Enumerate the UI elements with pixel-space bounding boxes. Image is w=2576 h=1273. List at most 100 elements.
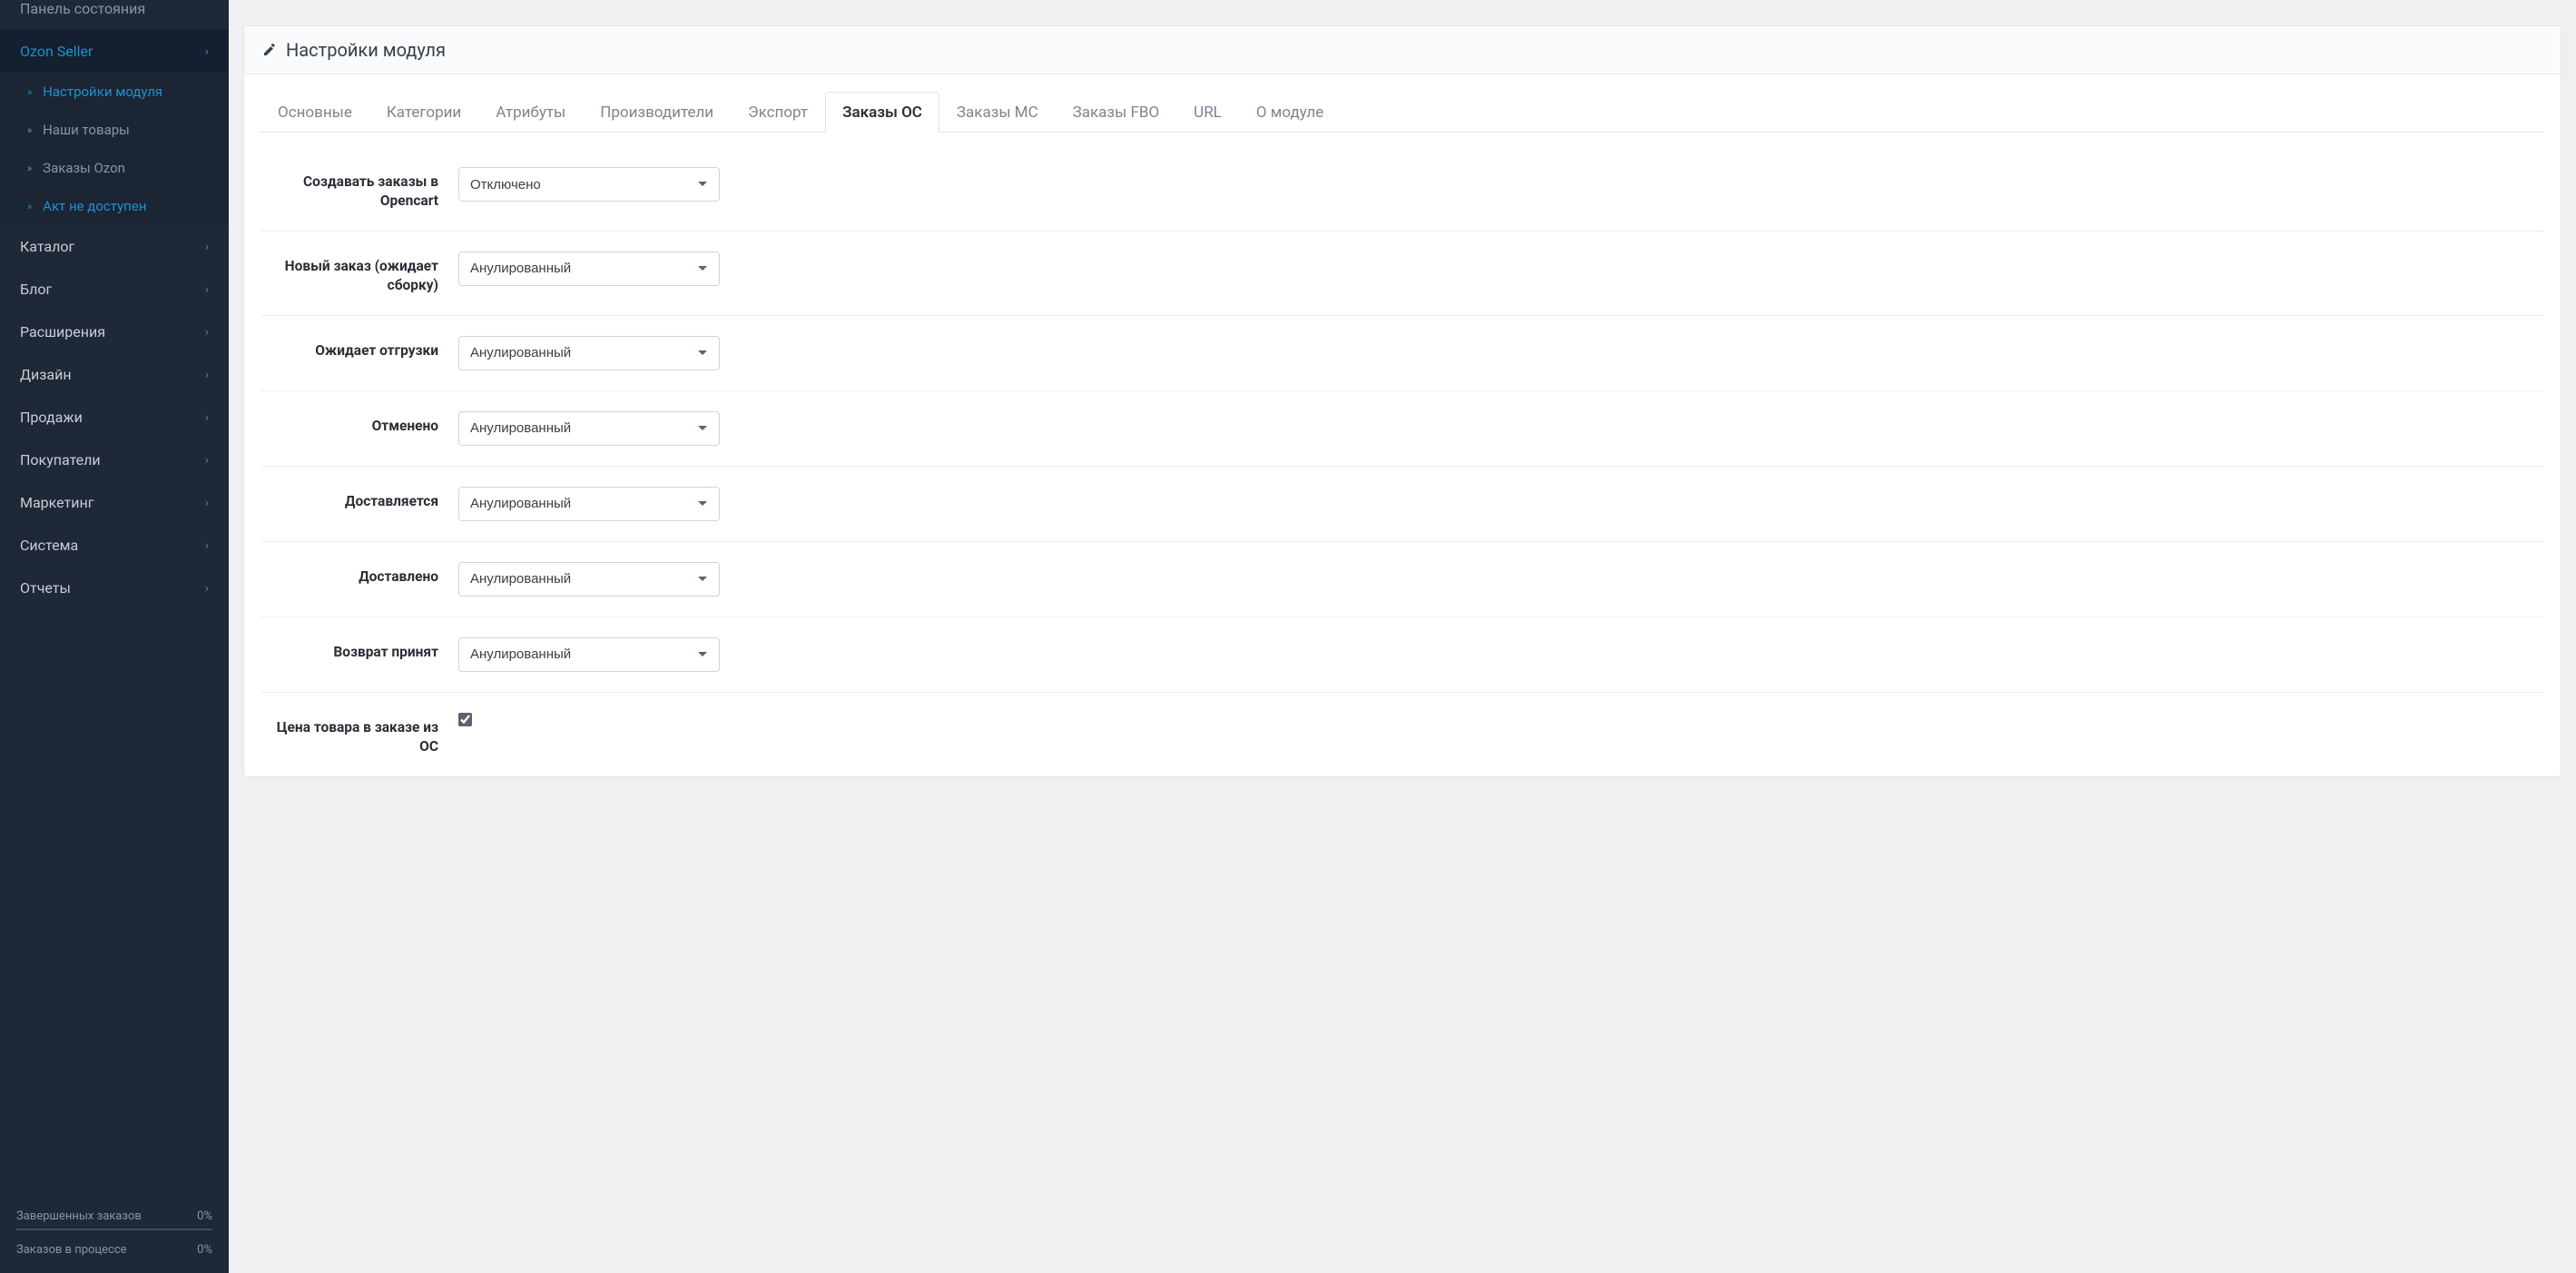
main-content: Настройки модуля Основные Категории Атри…	[229, 0, 2576, 1273]
select-cancelled[interactable]: Анулированный	[458, 411, 720, 446]
card-body: Основные Категории Атрибуты Производител…	[244, 74, 2561, 776]
chevron-right-icon: ›	[205, 368, 209, 382]
tab-main[interactable]: Основные	[261, 92, 369, 133]
select-delivering[interactable]: Анулированный	[458, 487, 720, 521]
sidebar-item-catalog[interactable]: Каталог ›	[0, 225, 229, 268]
row-delivering: Доставляется Анулированный	[261, 466, 2544, 541]
card-title: Настройки модуля	[286, 39, 446, 61]
sidebar-footer: Завершенных заказов 0% Заказов в процесс…	[0, 1199, 229, 1273]
field-label: Ожидает отгрузки	[261, 336, 458, 360]
row-delivered: Доставлено Анулированный	[261, 541, 2544, 617]
tab-label: Атрибуты	[496, 104, 565, 122]
sidebar-sub-label: Заказы Ozon	[43, 160, 125, 176]
row-awaiting-shipment: Ожидает отгрузки Анулированный	[261, 315, 2544, 390]
chevron-right-icon: ›	[205, 538, 209, 553]
sidebar-item-marketing[interactable]: Маркетинг ›	[0, 481, 229, 524]
pencil-icon	[262, 43, 277, 57]
field-label: Доставляется	[261, 487, 458, 511]
field-label: Новый заказ (ожидает сборку)	[261, 252, 458, 295]
progress-value: 0%	[197, 1209, 212, 1223]
tab-orders-fbo[interactable]: Заказы FBO	[1056, 92, 1177, 133]
sidebar-item-label: Расширения	[20, 323, 105, 340]
sidebar-sub-ozon-orders[interactable]: » Заказы Ozon	[0, 149, 229, 187]
double-chevron-icon: »	[27, 87, 32, 97]
sidebar-sublist-ozon: » Настройки модуля » Наши товары » Заказ…	[0, 73, 229, 225]
sidebar-item-customers[interactable]: Покупатели ›	[0, 439, 229, 481]
sidebar-item-label: Блог	[20, 281, 52, 298]
chevron-right-icon: ›	[205, 581, 209, 596]
sidebar-item-system[interactable]: Система ›	[0, 524, 229, 567]
select-new-order[interactable]: Анулированный	[458, 252, 720, 286]
progress-value: 0%	[197, 1243, 212, 1257]
tab-label: URL	[1194, 104, 1222, 122]
row-return-accepted: Возврат принят Анулированный	[261, 617, 2544, 692]
sidebar-sub-our-products[interactable]: » Наши товары	[0, 111, 229, 149]
sidebar-sub-label: Акт не доступен	[43, 198, 146, 214]
sidebar: Панель состояния Ozon Seller › » Настрой…	[0, 0, 229, 1273]
card-header: Настройки модуля	[244, 26, 2561, 74]
tab-export[interactable]: Экспорт	[731, 92, 825, 133]
field-label: Доставлено	[261, 562, 458, 587]
tab-label: Заказы FBO	[1073, 104, 1160, 122]
sidebar-item-label: Ozon Seller	[20, 43, 93, 60]
chevron-right-icon: ›	[205, 325, 209, 340]
sidebar-item-blog[interactable]: Блог ›	[0, 268, 229, 311]
row-create-orders: Создавать заказы в Opencart Отключено	[261, 147, 2544, 231]
sidebar-item-label: Каталог	[20, 238, 74, 255]
chevron-right-icon: ›	[205, 410, 209, 425]
checkbox-price-from-oc[interactable]	[458, 713, 472, 726]
tab-attributes[interactable]: Атрибуты	[478, 92, 583, 133]
field-label: Цена товара в заказе из ОС	[261, 713, 458, 756]
double-chevron-icon: »	[27, 163, 32, 173]
tab-label: Категории	[387, 104, 461, 122]
tab-label: Заказы ОС	[842, 104, 922, 122]
chevron-right-icon: ›	[205, 282, 209, 297]
sidebar-sub-act-unavailable[interactable]: » Акт не доступен	[0, 187, 229, 225]
tab-label: Заказы МС	[957, 104, 1038, 122]
field-label: Отменено	[261, 411, 458, 436]
sidebar-item-label: Дизайн	[20, 366, 72, 383]
row-price-from-oc: Цена товара в заказе из ОС	[261, 692, 2544, 776]
sidebar-item-design[interactable]: Дизайн ›	[0, 353, 229, 396]
tab-orders-oc[interactable]: Заказы ОС	[825, 92, 939, 133]
tab-url[interactable]: URL	[1176, 92, 1239, 133]
select-delivered[interactable]: Анулированный	[458, 562, 720, 597]
sidebar-item-label: Система	[20, 537, 78, 554]
sidebar-item-label: Отчеты	[20, 579, 71, 597]
row-new-order: Новый заказ (ожидает сборку) Анулированн…	[261, 231, 2544, 315]
sidebar-sub-label: Настройки модуля	[43, 84, 162, 100]
tab-manufacturers[interactable]: Производители	[583, 92, 731, 133]
chevron-right-icon: ›	[205, 240, 209, 254]
tab-categories[interactable]: Категории	[369, 92, 478, 133]
select-awaiting-shipment[interactable]: Анулированный	[458, 336, 720, 370]
sidebar-item-extensions[interactable]: Расширения ›	[0, 311, 229, 353]
sidebar-item-label: Маркетинг	[20, 494, 93, 511]
sidebar-item-label: Покупатели	[20, 451, 101, 469]
sidebar-item-ozon-seller[interactable]: Ozon Seller ›	[0, 30, 229, 73]
tab-orders-mc[interactable]: Заказы МС	[939, 92, 1056, 133]
sidebar-item-label: Продажи	[20, 409, 83, 426]
select-return-accepted[interactable]: Анулированный	[458, 637, 720, 672]
tab-label: Основные	[278, 104, 352, 122]
sidebar-sub-label: Наши товары	[43, 122, 130, 138]
sidebar-item-reports[interactable]: Отчеты ›	[0, 567, 229, 609]
row-cancelled: Отменено Анулированный	[261, 390, 2544, 466]
sidebar-item-sales[interactable]: Продажи ›	[0, 396, 229, 439]
sidebar-sub-module-settings[interactable]: » Настройки модуля	[0, 73, 229, 111]
tabs: Основные Категории Атрибуты Производител…	[261, 91, 2544, 133]
tab-label: О модуле	[1256, 104, 1323, 122]
tab-label: Экспорт	[748, 104, 808, 122]
form: Создавать заказы в Opencart Отключено Но…	[261, 147, 2544, 776]
select-create-orders[interactable]: Отключено	[458, 167, 720, 202]
sidebar-item-panel-state[interactable]: Панель состояния	[0, 0, 229, 30]
progress-bar	[16, 1229, 212, 1230]
field-label: Создавать заказы в Opencart	[261, 167, 458, 211]
sidebar-item-label: Панель состояния	[20, 0, 145, 17]
progress-row-in-process: Заказов в процессе 0%	[16, 1243, 212, 1257]
progress-row-completed: Завершенных заказов 0%	[16, 1209, 212, 1223]
chevron-right-icon: ›	[205, 496, 209, 510]
double-chevron-icon: »	[27, 125, 32, 135]
double-chevron-icon: »	[27, 202, 32, 212]
chevron-right-icon: ›	[205, 453, 209, 468]
tab-about[interactable]: О модуле	[1239, 92, 1341, 133]
